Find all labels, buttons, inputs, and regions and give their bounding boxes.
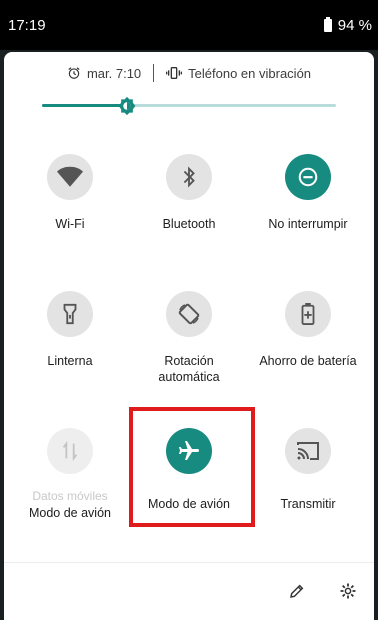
tile-bluetooth[interactable]: Bluetooth (129, 154, 249, 274)
info-divider (153, 64, 155, 82)
ringer-status: Teléfono en vibración (188, 65, 312, 81)
tile-flashlight[interactable]: Linterna (10, 291, 130, 411)
tile-wifi-label: Wi-Fi (55, 217, 85, 231)
battery-icon (323, 17, 332, 32)
tile-dnd-label: No interrumpir (268, 217, 348, 231)
tile-cast-label: Transmitir (280, 497, 336, 511)
alarm-time: mar. 7:10 (86, 65, 142, 81)
tile-battery-saver-label: Ahorro de batería (259, 354, 357, 368)
tile-cast[interactable]: Transmitir (248, 428, 368, 548)
status-time: 17:19 (8, 17, 46, 34)
tile-do-not-disturb[interactable]: No interrumpir (248, 154, 368, 274)
cast-icon[interactable] (285, 428, 331, 474)
tile-rotate-label-2: automática (158, 370, 220, 384)
tile-mobile-data-sublabel: Datos móviles (32, 489, 108, 503)
alarm-info[interactable]: mar. 7:10 (67, 66, 141, 81)
tile-bluetooth-label: Bluetooth (162, 217, 216, 231)
wifi-icon[interactable] (47, 154, 93, 200)
quick-settings-panel: mar. 7:10 Teléfono en vibración Wi-Fi Bl… (4, 52, 374, 620)
rotate-icon[interactable] (166, 291, 212, 337)
tile-flashlight-label: Linterna (47, 354, 93, 368)
bluetooth-icon[interactable] (166, 154, 212, 200)
footer-divider (4, 562, 374, 563)
tile-battery-saver[interactable]: Ahorro de batería (248, 291, 368, 411)
battery-saver-icon[interactable] (285, 291, 331, 337)
brightness-thumb-icon[interactable] (117, 96, 137, 116)
ringer-info[interactable]: Teléfono en vibración (166, 66, 311, 81)
tile-mobile-data-label: Modo de avión (28, 506, 111, 520)
gear-icon[interactable] (337, 580, 359, 602)
battery-percent: 94 % (337, 17, 372, 34)
mobile-data-icon[interactable] (47, 428, 93, 474)
info-row: mar. 7:10 Teléfono en vibración (4, 62, 374, 84)
status-bar: 17:19 94 % (0, 0, 378, 50)
pencil-icon[interactable] (286, 580, 308, 602)
alarm-icon (68, 67, 80, 79)
tile-mobile-data[interactable]: Datos móviles Modo de avión (10, 428, 130, 548)
dnd-icon[interactable] (285, 154, 331, 200)
tile-wifi[interactable]: Wi-Fi (10, 154, 130, 274)
tile-rotate-label-1: Rotación (164, 354, 214, 368)
brightness-slider[interactable] (42, 96, 336, 116)
status-battery: 94 % (323, 17, 372, 34)
tile-auto-rotate[interactable]: Rotación automática (129, 291, 249, 411)
flashlight-icon[interactable] (47, 291, 93, 337)
airplane-highlight-box (129, 407, 255, 527)
brightness-fill (42, 104, 128, 107)
vibrate-icon (166, 67, 183, 79)
